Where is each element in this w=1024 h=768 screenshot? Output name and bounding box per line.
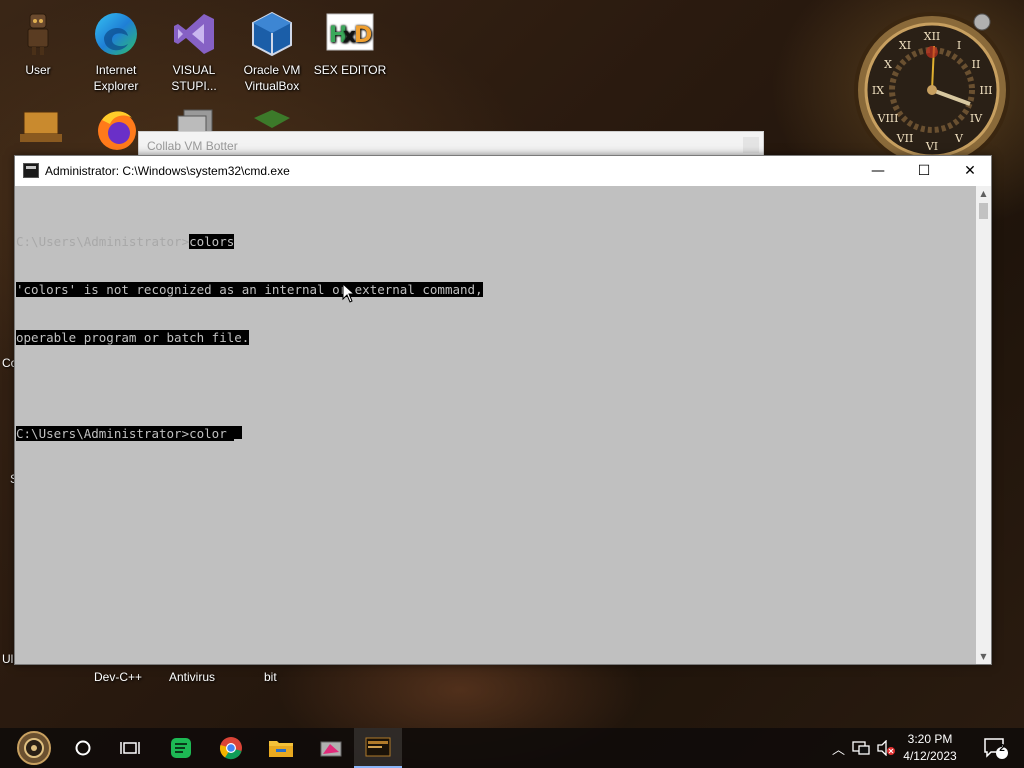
desktop-icon-label: User: [25, 63, 51, 77]
svg-text:V: V: [954, 132, 964, 145]
virtualbox-cube-icon: [252, 11, 292, 57]
task-view-icon: [120, 742, 140, 754]
cmd-app-icon[interactable]: [23, 163, 39, 178]
folder-icon: [269, 741, 293, 757]
svg-text:II: II: [972, 58, 981, 71]
background-window-button[interactable]: [743, 137, 759, 153]
mouse-pointer-icon: [342, 283, 356, 303]
desktop-icon-hex-editor[interactable]: H x D SEX EDITOR: [312, 10, 388, 78]
taskbar-app-green[interactable]: [158, 728, 204, 768]
desktop-label-antivirus[interactable]: Antivirus: [169, 670, 215, 684]
taskbar-app-pink[interactable]: [308, 728, 354, 768]
action-center-button[interactable]: 2: [976, 728, 1016, 768]
svg-text:VI: VI: [925, 140, 938, 153]
svg-text:X: X: [884, 58, 892, 71]
cmd-titlebar[interactable]: Administrator: C:\Windows\system32\cmd.e…: [15, 156, 991, 186]
green-document-icon: [171, 738, 191, 758]
svg-text:IV: IV: [970, 112, 983, 125]
taskbar: ︿ 3:20 PM 4/12/2023 2: [0, 728, 1024, 768]
scroll-thumb[interactable]: [979, 203, 988, 219]
clock-time: 3:20 PM: [907, 732, 953, 746]
collab-vm-botter-window[interactable]: Collab VM Botter: [138, 131, 764, 157]
svg-text:I: I: [957, 39, 961, 52]
desktop-icon-label: SEX EDITOR: [313, 63, 387, 77]
minimize-icon: —: [871, 163, 885, 179]
desktop-label-dev-cpp[interactable]: Dev-C++: [94, 670, 142, 684]
console-error-text: operable program or batch file.: [16, 330, 250, 345]
desktop-icon-visual-studio[interactable]: VISUAL STUPI...: [156, 10, 232, 94]
desktop-icon-label: Internet Explorer: [93, 63, 139, 93]
console-command: colors: [189, 234, 235, 249]
stacked-windows-icon[interactable]: [172, 108, 218, 132]
minimize-button[interactable]: —: [855, 156, 901, 186]
background-window-title: Collab VM Botter: [147, 139, 238, 153]
desktop-label-bit[interactable]: bit: [264, 670, 277, 684]
desktop-icon-virtualbox[interactable]: Oracle VM VirtualBox: [234, 10, 310, 94]
taskbar-file-explorer[interactable]: [258, 728, 304, 768]
console-line: operable program or batch file.: [16, 330, 483, 346]
tray-clock[interactable]: 3:20 PM 4/12/2023: [890, 731, 970, 765]
window-title: Administrator: C:\Windows\system32\cmd.e…: [45, 164, 290, 178]
green-block-icon[interactable]: [252, 108, 292, 130]
edge-browser-icon: [95, 13, 137, 55]
vertical-scrollbar[interactable]: ▲ ▼: [976, 186, 991, 664]
console-line: 'colors' is not recognized as an interna…: [16, 282, 483, 298]
svg-text:IX: IX: [872, 84, 884, 97]
desktop-icon-user[interactable]: User: [0, 10, 76, 78]
svg-text:D: D: [354, 23, 372, 48]
console-prompt: C:\Users\Administrator>: [16, 234, 190, 249]
user-robot-icon: [27, 13, 49, 55]
desktop-label-fragment-ul[interactable]: Ul: [2, 652, 13, 666]
svg-text:VII: VII: [896, 132, 914, 145]
firefox-icon[interactable]: [94, 106, 140, 152]
scroll-up-icon[interactable]: ▲: [976, 186, 991, 201]
svg-text:XI: XI: [899, 39, 911, 52]
laptop-icon[interactable]: [18, 108, 64, 154]
taskbar-chrome[interactable]: [208, 728, 254, 768]
steampunk-clock-gadget: XII VI III IX I II IV V VII VIII X XI: [854, 12, 1010, 168]
text-cursor: [234, 426, 243, 442]
maximize-button[interactable]: ☐: [901, 156, 947, 186]
cortana-circle-icon: [75, 740, 91, 756]
hxd-editor-icon: H x D: [326, 13, 374, 51]
close-button[interactable]: ✕: [947, 156, 993, 186]
start-button[interactable]: [8, 728, 60, 768]
desktop-icon-internet-explorer[interactable]: Internet Explorer: [78, 10, 154, 94]
svg-text:III: III: [979, 84, 992, 97]
steampunk-start-orb-icon: [17, 731, 51, 765]
maximize-icon: ☐: [917, 163, 931, 179]
svg-text:VIII: VIII: [877, 112, 899, 125]
console-prompt: C:\Users\Administrator>: [16, 426, 190, 441]
network-icon[interactable]: [852, 740, 870, 756]
pink-stack-icon: [320, 741, 342, 757]
console-lines: C:\Users\Administrator>colors 'colors' i…: [16, 202, 483, 474]
visual-studio-icon: [174, 14, 214, 54]
desktop-icon-label: Oracle VM VirtualBox: [243, 63, 301, 93]
console-output[interactable]: C:\Users\Administrator>colors 'colors' i…: [15, 186, 976, 664]
desktop-icon-label: VISUAL STUPI...: [171, 63, 217, 93]
cmd-terminal-icon: [365, 737, 391, 757]
console-error-text: 'colors' is not recognized as an interna…: [16, 282, 483, 297]
console-line: C:\Users\Administrator>colors: [16, 234, 483, 250]
chrome-icon: [219, 737, 242, 760]
notification-count-badge: 2: [999, 743, 1005, 754]
cortana-search-button[interactable]: [62, 728, 104, 768]
tray-chevron-up-icon[interactable]: ︿: [832, 739, 845, 758]
taskbar-cmd-active[interactable]: [354, 728, 402, 768]
task-view-button[interactable]: [108, 728, 152, 768]
clock-date: 4/12/2023: [903, 749, 957, 763]
scroll-down-icon[interactable]: ▼: [976, 649, 991, 664]
close-icon: ✕: [964, 163, 976, 179]
svg-text:XII: XII: [924, 30, 941, 43]
cmd-window[interactable]: Administrator: C:\Windows\system32\cmd.e…: [14, 155, 992, 665]
console-command: color: [189, 426, 235, 441]
console-line: C:\Users\Administrator>color: [16, 426, 483, 442]
